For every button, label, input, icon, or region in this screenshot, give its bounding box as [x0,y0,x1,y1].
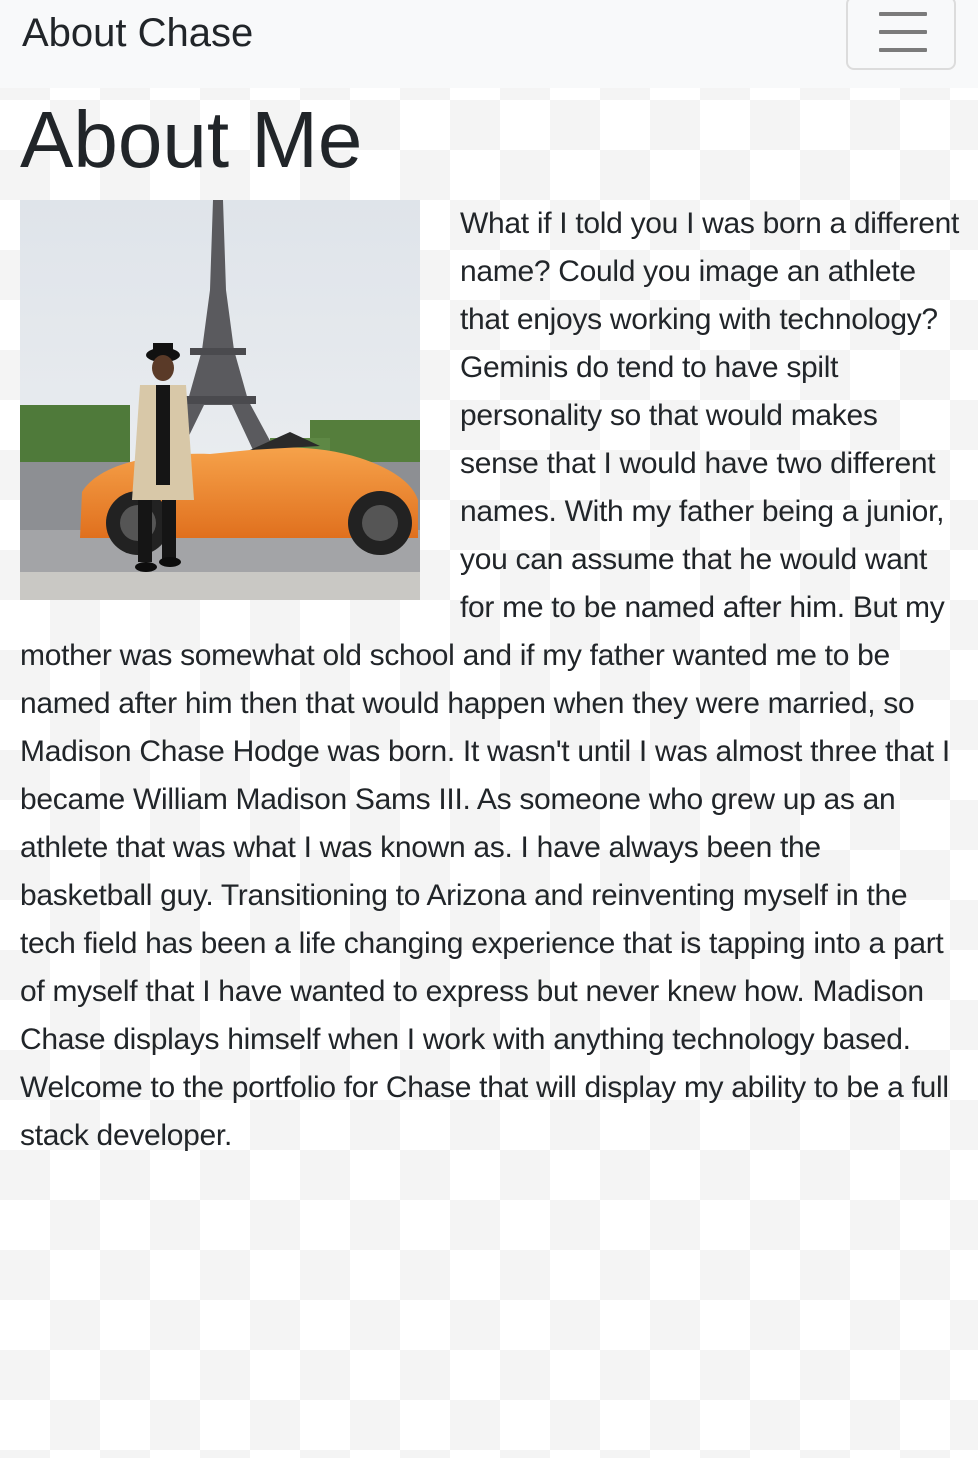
profile-photo [20,200,420,600]
navbar-toggler-button[interactable] [846,0,956,70]
page-title: About Me [20,95,363,184]
navbar: About Chase [0,0,978,88]
about-section: About Me What if I told you I was born a… [20,88,960,1160]
navbar-brand[interactable]: About Chase [22,10,253,56]
